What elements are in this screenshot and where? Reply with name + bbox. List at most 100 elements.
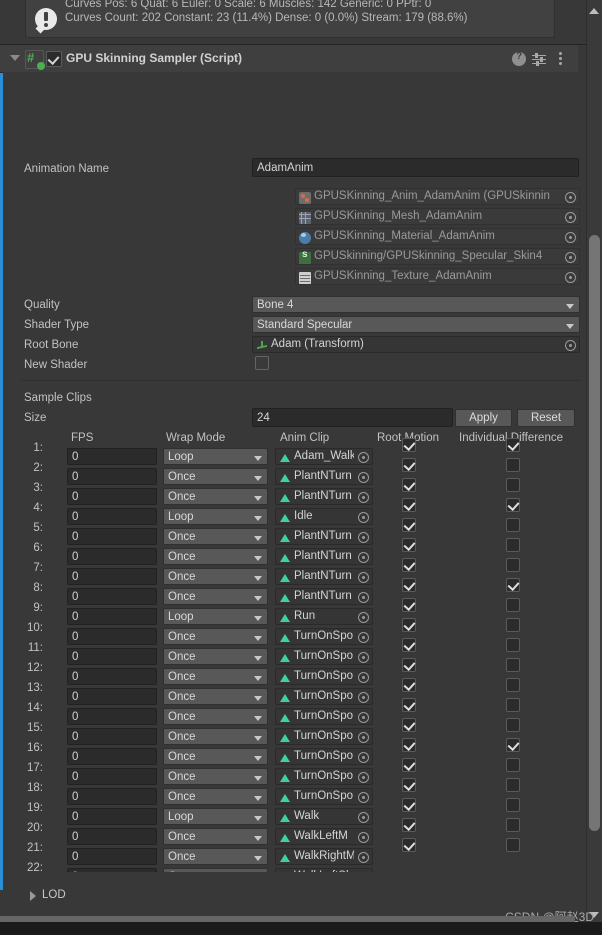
object-picker-icon[interactable] [358, 752, 369, 763]
object-picker-icon[interactable] [358, 532, 369, 543]
root-motion-checkbox[interactable] [402, 518, 416, 532]
fps-input[interactable]: 0 [67, 688, 157, 705]
wrap-mode-dropdown[interactable]: Once [163, 748, 268, 765]
vertical-scrollbar-thumb[interactable] [589, 235, 600, 831]
root-motion-checkbox[interactable] [402, 538, 416, 552]
object-picker-icon[interactable] [358, 812, 369, 823]
fps-input[interactable]: 0 [67, 588, 157, 605]
lod-section[interactable] [3, 872, 578, 918]
individual-difference-checkbox[interactable] [506, 438, 520, 452]
anim-clip-field[interactable]: PlantNTurn [275, 488, 373, 505]
shader-asset-field[interactable]: GPUSkinning/GPUSkinning_Specular_Skin4 [295, 248, 580, 265]
object-picker-icon[interactable] [358, 672, 369, 683]
object-picker-icon[interactable] [358, 832, 369, 843]
reset-button[interactable]: Reset [517, 409, 575, 427]
anim-clip-field[interactable]: TurnOnSpo [275, 768, 373, 785]
fps-input[interactable]: 0 [67, 508, 157, 525]
fps-input[interactable]: 0 [67, 648, 157, 665]
individual-difference-checkbox[interactable] [506, 798, 520, 812]
fps-input[interactable]: 0 [67, 568, 157, 585]
wrap-mode-dropdown[interactable]: Loop [163, 448, 268, 465]
shader-type-dropdown[interactable]: Standard Specular [252, 316, 580, 333]
wrap-mode-dropdown[interactable]: Loop [163, 608, 268, 625]
anim-clip-field[interactable]: Idle [275, 508, 373, 525]
kebab-menu-icon[interactable] [559, 52, 562, 66]
fps-input[interactable]: 0 [67, 728, 157, 745]
root-motion-checkbox[interactable] [402, 658, 416, 672]
anim-clip-field[interactable]: TurnOnSpo [275, 688, 373, 705]
anim-clip-field[interactable]: Run [275, 608, 373, 625]
wrap-mode-dropdown[interactable]: Once [163, 828, 268, 845]
anim-clip-field[interactable]: TurnOnSpo [275, 648, 373, 665]
individual-difference-checkbox[interactable] [506, 758, 520, 772]
wrap-mode-dropdown[interactable]: Once [163, 848, 268, 865]
apply-button[interactable]: Apply [455, 409, 512, 427]
individual-difference-checkbox[interactable] [506, 838, 520, 852]
object-picker-icon[interactable] [358, 772, 369, 783]
object-picker-icon[interactable] [358, 492, 369, 503]
root-motion-checkbox[interactable] [402, 818, 416, 832]
wrap-mode-dropdown[interactable]: Once [163, 488, 268, 505]
anim-clip-field[interactable]: TurnOnSpo [275, 788, 373, 805]
individual-difference-checkbox[interactable] [506, 538, 520, 552]
root-motion-checkbox[interactable] [402, 458, 416, 472]
individual-difference-checkbox[interactable] [506, 778, 520, 792]
help-icon[interactable] [512, 51, 526, 66]
anim-clip-field[interactable]: PlantNTurn [275, 568, 373, 585]
object-picker-icon[interactable] [565, 212, 576, 223]
anim-clip-field[interactable]: PlantNTurn [275, 588, 373, 605]
fps-input[interactable]: 0 [67, 668, 157, 685]
individual-difference-checkbox[interactable] [506, 458, 520, 472]
anim-clip-field[interactable]: TurnOnSpo [275, 728, 373, 745]
fps-input[interactable]: 0 [67, 808, 157, 825]
wrap-mode-dropdown[interactable]: Once [163, 788, 268, 805]
object-picker-icon[interactable] [358, 552, 369, 563]
individual-difference-checkbox[interactable] [506, 558, 520, 572]
component-header[interactable]: # GPU Skinning Sampler (Script) [0, 45, 578, 73]
individual-difference-checkbox[interactable] [506, 618, 520, 632]
individual-difference-checkbox[interactable] [506, 718, 520, 732]
preset-sliders-icon[interactable] [532, 52, 546, 66]
anim-clip-field[interactable]: TurnOnSpo [275, 668, 373, 685]
root-motion-checkbox[interactable] [402, 438, 416, 452]
anim-clip-field[interactable]: TurnOnSpo [275, 628, 373, 645]
anim-asset-field[interactable]: GPUSKinning_Anim_AdamAnim (GPUSkinnin [295, 188, 580, 205]
object-picker-icon[interactable] [358, 792, 369, 803]
anim-clip-field[interactable]: PlantNTurn [275, 528, 373, 545]
fps-input[interactable]: 0 [67, 608, 157, 625]
anim-clip-field[interactable]: WalkLeftM [275, 828, 373, 845]
anim-clip-field[interactable]: Adam_Walk [275, 448, 373, 465]
wrap-mode-dropdown[interactable]: Once [163, 548, 268, 565]
mesh-asset-field[interactable]: GPUSKinning_Mesh_AdamAnim [295, 208, 580, 225]
object-picker-icon[interactable] [358, 592, 369, 603]
object-picker-icon[interactable] [358, 452, 369, 463]
anim-clip-field[interactable]: TurnOnSpo [275, 748, 373, 765]
individual-difference-checkbox[interactable] [506, 818, 520, 832]
wrap-mode-dropdown[interactable]: Once [163, 708, 268, 725]
vertical-scrollbar-track[interactable] [586, 0, 602, 922]
anim-clip-field[interactable]: TurnOnSpo [275, 708, 373, 725]
texture-asset-field[interactable]: GPUSKinning_Texture_AdamAnim [295, 268, 580, 285]
root-motion-checkbox[interactable] [402, 498, 416, 512]
wrap-mode-dropdown[interactable]: Loop [163, 808, 268, 825]
root-motion-checkbox[interactable] [402, 678, 416, 692]
object-picker-icon[interactable] [358, 612, 369, 623]
triangle-right-icon[interactable] [30, 891, 36, 901]
root-motion-checkbox[interactable] [402, 578, 416, 592]
object-picker-icon[interactable] [565, 192, 576, 203]
quality-dropdown[interactable]: Bone 4 [252, 296, 580, 313]
root-motion-checkbox[interactable] [402, 718, 416, 732]
wrap-mode-dropdown[interactable]: Once [163, 628, 268, 645]
fps-input[interactable]: 0 [67, 748, 157, 765]
individual-difference-checkbox[interactable] [506, 698, 520, 712]
root-motion-checkbox[interactable] [402, 738, 416, 752]
fps-input[interactable]: 0 [67, 848, 157, 865]
wrap-mode-dropdown[interactable]: Once [163, 668, 268, 685]
wrap-mode-dropdown[interactable]: Once [163, 528, 268, 545]
triangle-down-icon[interactable] [10, 55, 20, 61]
root-bone-field[interactable]: Adam (Transform) [252, 336, 580, 353]
object-picker-icon[interactable] [358, 512, 369, 523]
individual-difference-checkbox[interactable] [506, 498, 520, 512]
anim-clip-field[interactable]: WalkRightM [275, 848, 373, 865]
root-motion-checkbox[interactable] [402, 598, 416, 612]
